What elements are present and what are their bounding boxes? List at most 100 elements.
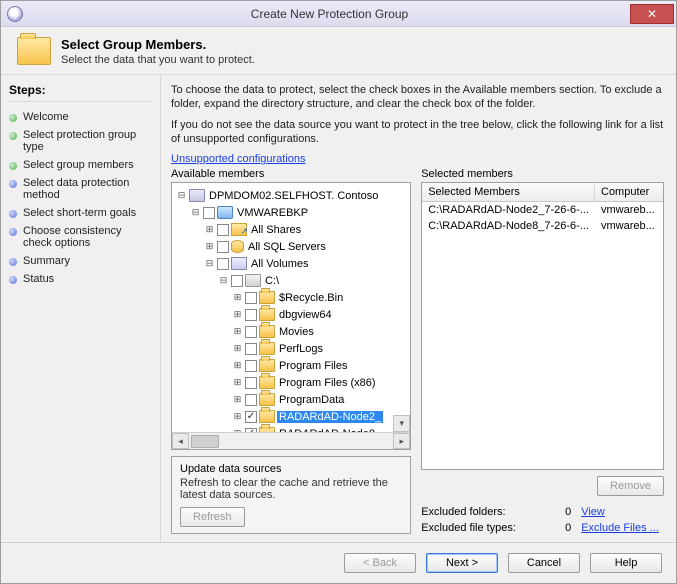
tree-shares[interactable]: ⊞All Shares [174, 221, 408, 238]
tree-root[interactable]: ⊟DPMDOM02.SELFHOST. Contoso [174, 187, 408, 204]
horizontal-scrollbar[interactable]: ◂ ▸ [172, 432, 410, 449]
step-item[interactable]: Select protection group type [9, 126, 152, 156]
exclude-files-link[interactable]: Exclude Files ... [581, 522, 659, 534]
tree-label: PerfLogs [277, 343, 325, 355]
tree-volumes[interactable]: ⊟ All Volumes [174, 255, 408, 272]
list-item[interactable]: C:\RADARdAD-Node8_7-26-6-...vmwareb... [422, 218, 663, 234]
wizard-header: Select Group Members. Select the data th… [1, 27, 676, 75]
tree-checkbox[interactable] [217, 224, 229, 236]
selected-members-label: Selected members [421, 168, 664, 180]
tree-checkbox[interactable] [245, 394, 257, 406]
tree-folder[interactable]: ⊞ ProgramData [174, 391, 408, 408]
refresh-button[interactable]: Refresh [180, 507, 245, 527]
list-item[interactable]: C:\RADARdAD-Node2_7-26-6-...vmwareb... [422, 202, 663, 218]
tree-folder[interactable]: ⊞ PerfLogs [174, 340, 408, 357]
scrollbar-track[interactable] [189, 433, 393, 449]
tree-checkbox[interactable] [217, 258, 229, 270]
tree-checkbox[interactable] [245, 309, 257, 321]
unsupported-configs-link[interactable]: Unsupported configurations [171, 153, 306, 165]
divider [9, 101, 152, 102]
folder-icon [259, 308, 275, 321]
cell-member: C:\RADARdAD-Node8_7-26-6-... [422, 218, 595, 234]
tree-folder[interactable]: ⊞Movies [174, 323, 408, 340]
tree-label: ProgramData [277, 394, 346, 406]
scrollbar-thumb[interactable] [191, 435, 219, 448]
tree-label: RADARdAD-Node8_ [277, 428, 383, 432]
scroll-right-icon[interactable]: ▸ [393, 433, 410, 449]
excluded-folders-row: Excluded folders: 0 View [421, 506, 664, 518]
collapse-icon[interactable]: ⊟ [190, 207, 201, 218]
expand-icon[interactable]: ⊞ [232, 343, 243, 354]
tree-checkbox[interactable] [231, 275, 243, 287]
main-pane: To choose the data to protect, select th… [161, 75, 676, 542]
excluded-types-row: Excluded file types: 0 Exclude Files ... [421, 522, 664, 534]
tree-checkbox[interactable] [245, 360, 257, 372]
expand-icon[interactable]: ⊞ [232, 428, 243, 432]
remove-button[interactable]: Remove [597, 476, 664, 496]
tree-checkbox[interactable] [245, 343, 257, 355]
expand-icon[interactable]: ⊞ [232, 326, 243, 337]
tree-checkbox[interactable] [245, 411, 257, 423]
excluded-types-label: Excluded file types: [421, 522, 541, 534]
step-item[interactable]: Summary [9, 252, 152, 270]
step-label: Status [23, 273, 54, 285]
expand-icon[interactable]: ⊞ [232, 377, 243, 388]
col-computer[interactable]: Computer [595, 183, 663, 201]
tree-checkbox[interactable] [245, 428, 257, 432]
tree-folder[interactable]: ⊞ RADARdAD-Node2_ [174, 408, 408, 425]
expand-icon[interactable]: ⊞ [232, 394, 243, 405]
back-button[interactable]: < Back [344, 553, 416, 573]
step-item[interactable]: Select data protection method [9, 174, 152, 204]
tree-vm[interactable]: ⊟VMWAREBKP [174, 204, 408, 221]
step-item[interactable]: Status [9, 270, 152, 288]
step-label: Summary [23, 255, 70, 267]
wizard-footer: < Back Next > Cancel Help [1, 542, 676, 583]
close-button[interactable]: ✕ [630, 4, 674, 24]
tree-label: All Volumes [249, 258, 310, 270]
scroll-left-icon[interactable]: ◂ [172, 433, 189, 449]
cancel-button[interactable]: Cancel [508, 553, 580, 573]
selected-rows[interactable]: C:\RADARdAD-Node2_7-26-6-...vmwareb...C:… [422, 202, 663, 469]
expand-icon[interactable]: ⊞ [232, 411, 243, 422]
step-item[interactable]: Choose consistency check options [9, 222, 152, 252]
wizard-window: Create New Protection Group ✕ Select Gro… [0, 0, 677, 584]
expand-icon[interactable]: ⊞ [232, 292, 243, 303]
tree-checkbox[interactable] [245, 292, 257, 304]
tree-label: RADARdAD-Node2_ [277, 411, 383, 423]
available-members-label: Available members [171, 168, 411, 180]
expand-icon[interactable]: ⊞ [204, 224, 215, 235]
next-button[interactable]: Next > [426, 553, 498, 573]
tree-label: Program Files [277, 360, 349, 372]
tree-drive[interactable]: ⊟C:\ [174, 272, 408, 289]
tree-folder[interactable]: ⊞Program Files (x86) [174, 374, 408, 391]
help-button[interactable]: Help [590, 553, 662, 573]
step-pending-icon [9, 180, 17, 188]
step-item[interactable]: Select short-term goals [9, 204, 152, 222]
col-selected-members[interactable]: Selected Members [422, 183, 595, 201]
folder-icon [259, 410, 275, 423]
step-label: Choose consistency check options [23, 225, 152, 249]
tree-folder[interactable]: ⊞dbgview64 [174, 306, 408, 323]
step-item[interactable]: Welcome [9, 108, 152, 126]
scroll-down-icon[interactable]: ▾ [393, 415, 410, 432]
expand-icon[interactable]: ⊞ [232, 360, 243, 371]
expand-icon[interactable]: ⊞ [204, 241, 215, 252]
collapse-icon[interactable]: ⊟ [218, 275, 229, 286]
tree-checkbox[interactable] [245, 326, 257, 338]
tree-scroll[interactable]: ⊟DPMDOM02.SELFHOST. Contoso⊟VMWAREBKP⊞Al… [172, 183, 410, 432]
tree-checkbox[interactable] [245, 377, 257, 389]
tree-folder[interactable]: ⊞$Recycle.Bin [174, 289, 408, 306]
tree-checkbox[interactable] [203, 207, 215, 219]
intro-text: To choose the data to protect, select th… [171, 83, 664, 166]
step-item[interactable]: Select group members [9, 156, 152, 174]
tree-folder[interactable]: ⊞ Program Files [174, 357, 408, 374]
steps-sidebar: Steps: WelcomeSelect protection group ty… [1, 75, 161, 542]
view-excluded-folders-link[interactable]: View [581, 506, 605, 518]
collapse-icon[interactable]: ⊟ [204, 258, 215, 269]
page-title: Select Group Members. [61, 37, 255, 52]
tree-folder[interactable]: ⊞ RADARdAD-Node8_ [174, 425, 408, 432]
collapse-icon[interactable]: ⊟ [176, 190, 187, 201]
tree-sql[interactable]: ⊞All SQL Servers [174, 238, 408, 255]
expand-icon[interactable]: ⊞ [232, 309, 243, 320]
tree-checkbox[interactable] [217, 241, 229, 253]
